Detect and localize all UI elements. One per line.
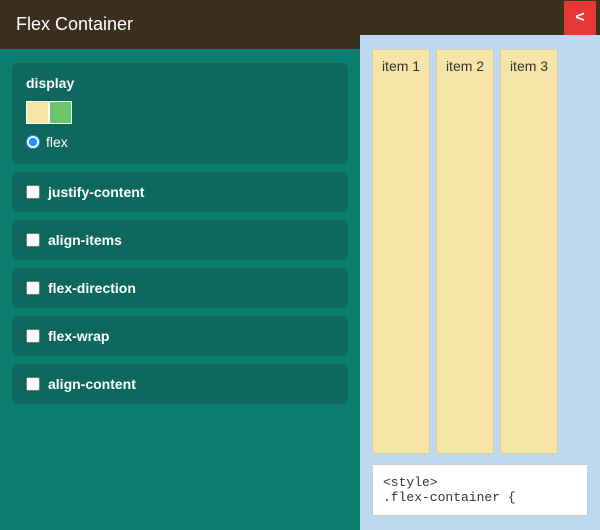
label-flex-wrap: flex-wrap bbox=[48, 328, 109, 344]
radio-flex-input[interactable] bbox=[26, 135, 40, 149]
left-panel: Flex Container display flex justify-cont… bbox=[0, 0, 360, 530]
page-title: Flex Container bbox=[0, 0, 360, 49]
color-swatches bbox=[26, 101, 334, 124]
row-align-items[interactable]: align-items bbox=[26, 232, 334, 248]
code-line: <style> bbox=[383, 475, 438, 490]
radio-flex[interactable]: flex bbox=[26, 134, 334, 150]
group-justify-content[interactable]: justify-content bbox=[12, 172, 348, 212]
flex-item: item 3 bbox=[500, 49, 558, 454]
checkbox-align-content[interactable] bbox=[26, 377, 40, 391]
app-root: Flex Container display flex justify-cont… bbox=[0, 0, 600, 530]
swatch-item-bg[interactable] bbox=[26, 101, 49, 124]
swatch-container-bg[interactable] bbox=[49, 101, 72, 124]
back-button[interactable]: < bbox=[564, 1, 596, 35]
right-toolbar: < bbox=[360, 0, 600, 35]
row-align-content[interactable]: align-content bbox=[26, 376, 334, 392]
preview-area: item 1 item 2 item 3 <style> .flex-conta… bbox=[360, 35, 600, 530]
right-panel: < item 1 item 2 item 3 <style> .flex-con… bbox=[360, 0, 600, 530]
row-justify-content[interactable]: justify-content bbox=[26, 184, 334, 200]
code-output: <style> .flex-container { bbox=[372, 464, 588, 516]
checkbox-align-items[interactable] bbox=[26, 233, 40, 247]
group-flex-direction[interactable]: flex-direction bbox=[12, 268, 348, 308]
flex-item: item 1 bbox=[372, 49, 430, 454]
group-align-content[interactable]: align-content bbox=[12, 364, 348, 404]
controls-list: display flex justify-content bbox=[0, 49, 360, 418]
group-align-items[interactable]: align-items bbox=[12, 220, 348, 260]
checkbox-flex-direction[interactable] bbox=[26, 281, 40, 295]
flex-item: item 2 bbox=[436, 49, 494, 454]
label-align-items: align-items bbox=[48, 232, 122, 248]
row-flex-direction[interactable]: flex-direction bbox=[26, 280, 334, 296]
flex-container: item 1 item 2 item 3 bbox=[372, 49, 588, 454]
group-display-title: display bbox=[26, 75, 334, 91]
checkbox-justify-content[interactable] bbox=[26, 185, 40, 199]
group-display: display flex bbox=[12, 63, 348, 164]
label-justify-content: justify-content bbox=[48, 184, 144, 200]
code-line: .flex-container { bbox=[383, 490, 516, 505]
row-flex-wrap[interactable]: flex-wrap bbox=[26, 328, 334, 344]
label-flex-direction: flex-direction bbox=[48, 280, 136, 296]
checkbox-flex-wrap[interactable] bbox=[26, 329, 40, 343]
label-align-content: align-content bbox=[48, 376, 136, 392]
radio-flex-label: flex bbox=[46, 134, 68, 150]
group-flex-wrap[interactable]: flex-wrap bbox=[12, 316, 348, 356]
